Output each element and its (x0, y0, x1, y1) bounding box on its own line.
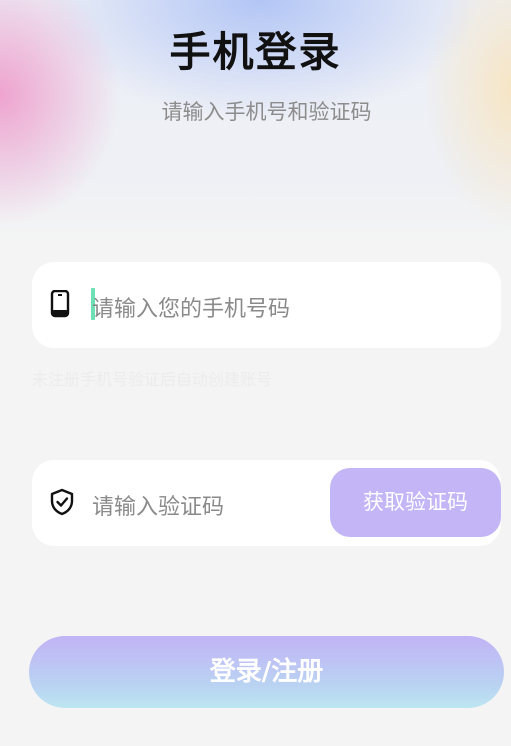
get-code-button[interactable]: 获取验证码 (330, 468, 501, 537)
phone-input[interactable]: 请输入您的手机号码 (92, 291, 290, 323)
phone-icon (49, 289, 73, 318)
phone-hint: 未注册手机号验证后自动创建账号 (32, 370, 273, 389)
code-input[interactable]: 请输入验证码 (92, 489, 224, 521)
page-title: 手机登录 (169, 28, 342, 76)
page-subtitle: 请输入手机号和验证码 (161, 100, 372, 124)
code-input-card[interactable]: 请输入验证码 获取验证码 (32, 460, 501, 546)
login-register-button[interactable]: 登录/注册 (29, 636, 504, 708)
phone-input-card[interactable]: 请输入您的手机号码 (32, 262, 501, 348)
shield-check-icon (49, 488, 74, 516)
